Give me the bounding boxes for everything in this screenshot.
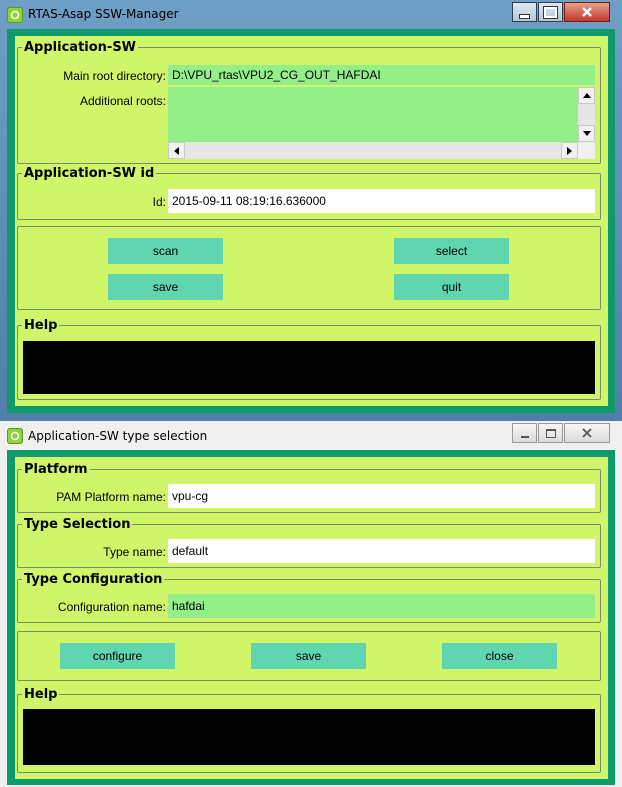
scrollbar-corner bbox=[578, 142, 595, 159]
close-button[interactable] bbox=[564, 2, 610, 22]
pam-platform-label: PAM Platform name: bbox=[56, 490, 166, 504]
main-root-field[interactable]: D:\VPU_rtas\VPU2_CG_OUT_HAFDAI bbox=[168, 65, 595, 85]
group-legend: Help bbox=[24, 687, 58, 702]
group-legend: Type Selection bbox=[24, 517, 131, 532]
group-legend: Help bbox=[24, 318, 58, 333]
configure-button[interactable]: configure bbox=[60, 643, 175, 669]
arrow-down-icon bbox=[582, 131, 591, 136]
app-icon[interactable] bbox=[7, 428, 23, 444]
group-legend: Type Configuration bbox=[24, 572, 163, 587]
window-title: RTAS-Asap SSW-Manager bbox=[28, 7, 179, 21]
quit-button[interactable]: quit bbox=[394, 274, 509, 300]
group-legend: Application-SW bbox=[24, 40, 137, 55]
maximize-button[interactable] bbox=[538, 423, 563, 443]
additional-roots-label: Additional roots: bbox=[79, 94, 166, 108]
type-name-label: Type name: bbox=[103, 545, 166, 559]
scroll-left-button[interactable] bbox=[168, 142, 185, 159]
minimize-button[interactable] bbox=[512, 2, 537, 22]
configuration-name-label: Configuration name: bbox=[57, 600, 166, 614]
maximize-icon bbox=[545, 428, 556, 438]
select-button[interactable]: select bbox=[394, 238, 509, 264]
scroll-down-button[interactable] bbox=[578, 125, 595, 142]
additional-roots-list[interactable] bbox=[168, 87, 578, 142]
scroll-up-button[interactable] bbox=[578, 87, 595, 104]
ssw-manager-window: RTAS-Asap SSW-Manager Application-SW Mai… bbox=[0, 0, 622, 421]
minimize-icon bbox=[519, 13, 530, 19]
arrow-up-icon bbox=[582, 93, 591, 98]
main-root-label: Main root directory: bbox=[63, 69, 166, 83]
type-name-field[interactable]: default bbox=[168, 539, 595, 563]
minimize-button[interactable] bbox=[512, 423, 537, 443]
close-dialog-button[interactable]: close bbox=[442, 643, 557, 669]
close-button[interactable] bbox=[564, 423, 610, 443]
help-text-area bbox=[23, 709, 595, 765]
group-legend: Application-SW id bbox=[24, 166, 155, 181]
pam-platform-field[interactable]: vpu-cg bbox=[168, 484, 595, 508]
save-button[interactable]: save bbox=[251, 643, 366, 669]
id-field[interactable]: 2015-09-11 08:19:16.636000 bbox=[168, 189, 595, 213]
configuration-name-field[interactable]: hafdai bbox=[168, 594, 595, 618]
window-title: Application-SW type selection bbox=[28, 429, 208, 443]
button-group bbox=[17, 226, 601, 310]
horizontal-scrollbar[interactable] bbox=[168, 142, 578, 159]
arrow-right-icon bbox=[567, 146, 572, 155]
id-label: Id: bbox=[152, 195, 166, 209]
app-icon[interactable] bbox=[7, 7, 23, 23]
maximize-icon bbox=[543, 5, 558, 19]
group-legend: Platform bbox=[24, 462, 88, 477]
save-button[interactable]: save bbox=[108, 274, 223, 300]
scan-button[interactable]: scan bbox=[108, 238, 223, 264]
type-selection-window: Application-SW type selection Platform P… bbox=[0, 421, 622, 787]
help-text-area bbox=[23, 341, 595, 394]
close-icon bbox=[582, 428, 592, 438]
minimize-icon bbox=[520, 436, 529, 438]
close-icon bbox=[582, 7, 592, 17]
scroll-right-button[interactable] bbox=[561, 142, 578, 159]
arrow-left-icon bbox=[174, 146, 179, 155]
maximize-button[interactable] bbox=[538, 2, 563, 22]
